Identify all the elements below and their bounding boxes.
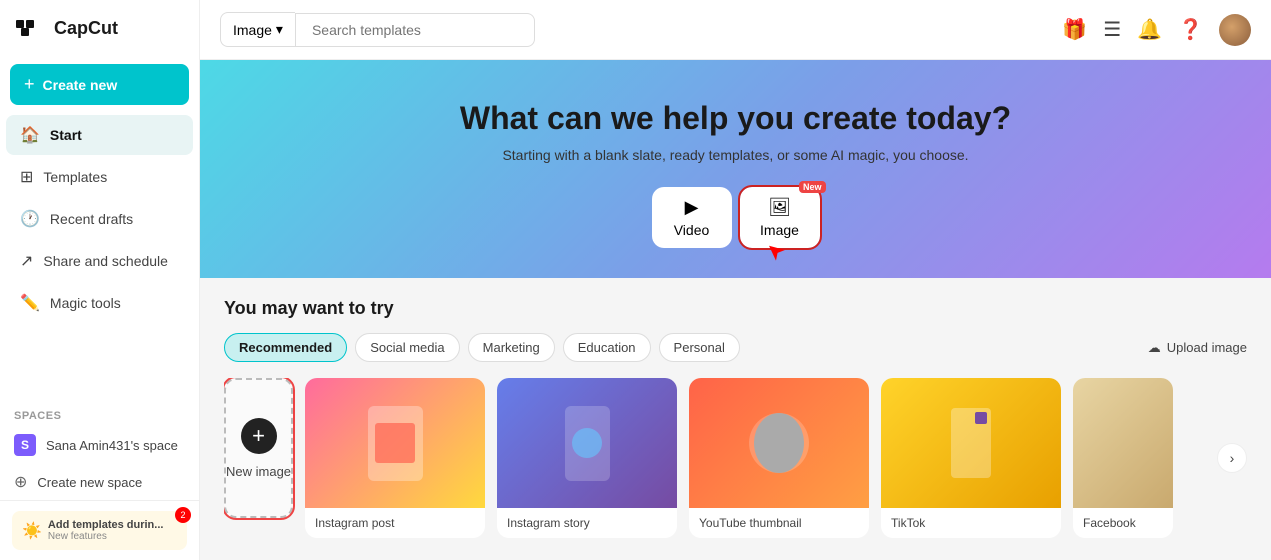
nav-label-recent-drafts: Recent drafts	[50, 211, 133, 227]
filter-social-media[interactable]: Social media	[355, 333, 459, 362]
magic-icon: ✏️	[20, 293, 40, 313]
plus-circle-icon: ⊕	[14, 472, 27, 492]
search-area: Image ▾	[220, 12, 535, 47]
upload-label: Upload image	[1167, 340, 1247, 355]
notification-label: Add templates durin...	[48, 519, 164, 531]
create-space-label: Create new space	[37, 475, 142, 490]
notification-sublabel: New features	[48, 531, 164, 542]
tiktok-label: TikTok	[881, 508, 1061, 538]
sidebar-bottom: ☀️ Add templates durin... New features 2	[0, 500, 199, 560]
hero-tabs: ▶ Video 🖼 Image New	[220, 187, 1251, 248]
upload-icon: ☁	[1148, 340, 1161, 356]
space-label: Sana Amin431's space	[46, 438, 178, 453]
plus-icon: +	[24, 74, 35, 95]
logo-text: CapCut	[54, 18, 118, 39]
menu-icon[interactable]: ☰	[1103, 17, 1121, 42]
clock-icon: 🕐	[20, 209, 40, 229]
filter-recommended[interactable]: Recommended	[224, 333, 347, 362]
search-input[interactable]	[295, 13, 535, 47]
nav-label-templates: Templates	[43, 169, 107, 185]
filter-marketing[interactable]: Marketing	[468, 333, 555, 362]
gift-icon[interactable]: 🎁	[1062, 17, 1087, 42]
spaces-label: Spaces	[0, 400, 199, 426]
sidebar-item-start[interactable]: 🏠 Start	[6, 115, 193, 155]
image-tab-icon: 🖼	[768, 197, 791, 218]
content-area: What can we help you create today? Start…	[200, 60, 1271, 560]
sidebar-item-share-schedule[interactable]: ↗ Share and schedule	[6, 241, 193, 281]
template-instagram-post[interactable]: Instagram post	[305, 378, 485, 538]
new-badge: New	[799, 181, 826, 193]
nav-label-magic-tools: Magic tools	[50, 295, 121, 311]
hero-title: What can we help you create today?	[220, 100, 1251, 137]
space-sana[interactable]: S Sana Amin431's space	[0, 426, 199, 464]
topbar-icons: 🎁 ☰ 🔔 ❓	[1062, 14, 1251, 46]
template-tiktok[interactable]: TikTok	[881, 378, 1061, 538]
next-arrow[interactable]: ›	[1217, 443, 1247, 473]
nav-label-share-schedule: Share and schedule	[43, 253, 168, 269]
templates-icon: ⊞	[20, 167, 33, 187]
facebook-label: Facebook	[1073, 508, 1173, 538]
share-icon: ↗	[20, 251, 33, 271]
instagram-post-label: Instagram post	[305, 508, 485, 538]
create-new-label: Create new	[43, 77, 118, 93]
thumb-instagram-story	[497, 378, 677, 508]
instagram-story-label: Instagram story	[497, 508, 677, 538]
sidebar-item-templates[interactable]: ⊞ Templates	[6, 157, 193, 197]
user-avatar[interactable]	[1219, 14, 1251, 46]
filter-education[interactable]: Education	[563, 333, 651, 362]
thumb-facebook	[1073, 378, 1173, 508]
sidebar-item-recent-drafts[interactable]: 🕐 Recent drafts	[6, 199, 193, 239]
arrow-annotation-new-image: ➤	[255, 533, 279, 538]
type-dropdown[interactable]: Image ▾	[220, 12, 295, 47]
filter-personal[interactable]: Personal	[659, 333, 740, 362]
new-image-label: New image	[226, 464, 291, 479]
bell-icon[interactable]: 🔔	[1137, 17, 1162, 42]
hero-banner: What can we help you create today? Start…	[200, 60, 1271, 278]
video-tab-icon: ▶	[685, 197, 699, 218]
capcut-logo-icon	[14, 16, 46, 40]
template-new-image[interactable]: + New image	[224, 378, 293, 518]
add-icon: +	[241, 418, 277, 454]
main-content: Image ▾ 🎁 ☰ 🔔 ❓ What can we help you cre…	[200, 0, 1271, 560]
notification-content: Add templates durin... New features	[48, 519, 164, 542]
template-facebook[interactable]: Facebook	[1073, 378, 1173, 538]
home-icon: 🏠	[20, 125, 40, 145]
try-section: You may want to try Recommended Social m…	[200, 278, 1271, 558]
hero-subtitle: Starting with a blank slate, ready templ…	[220, 147, 1251, 163]
sidebar: CapCut + Create new 🏠 Start ⊞ Templates …	[0, 0, 200, 560]
youtube-thumbnail-label: YouTube thumbnail	[689, 508, 869, 538]
filter-tabs: Recommended Social media Marketing Educa…	[224, 333, 740, 362]
thumb-tiktok	[881, 378, 1061, 508]
template-grid: + New image ➤ Instagram post	[224, 378, 1247, 538]
image-tab-label: Image	[760, 222, 799, 238]
thumb-youtube	[689, 378, 869, 508]
upload-image-button[interactable]: ☁ Upload image	[1148, 340, 1247, 356]
sun-icon: ☀️	[22, 521, 42, 541]
help-icon[interactable]: ❓	[1178, 17, 1203, 42]
template-instagram-story[interactable]: Instagram story	[497, 378, 677, 538]
filter-row: Recommended Social media Marketing Educa…	[224, 333, 1247, 362]
sidebar-nav: 🏠 Start ⊞ Templates 🕐 Recent drafts ↗ Sh…	[0, 113, 199, 400]
logo: CapCut	[0, 0, 199, 56]
create-new-button[interactable]: + Create new	[10, 64, 189, 105]
sidebar-item-magic-tools[interactable]: ✏️ Magic tools	[6, 283, 193, 323]
chevron-down-icon: ▾	[276, 21, 283, 38]
notification-badge: 2	[175, 507, 191, 523]
nav-label-start: Start	[50, 127, 82, 143]
tab-video[interactable]: ▶ Video	[652, 187, 732, 248]
space-avatar: S	[14, 434, 36, 456]
video-tab-label: Video	[674, 222, 710, 238]
topbar: Image ▾ 🎁 ☰ 🔔 ❓	[200, 0, 1271, 60]
template-youtube-thumbnail[interactable]: YouTube thumbnail	[689, 378, 869, 538]
type-label: Image	[233, 22, 272, 38]
try-section-title: You may want to try	[224, 298, 1247, 319]
thumb-instagram-post	[305, 378, 485, 508]
create-new-space[interactable]: ⊕ Create new space	[0, 464, 199, 500]
notification-bar[interactable]: ☀️ Add templates durin... New features 2	[12, 511, 187, 550]
